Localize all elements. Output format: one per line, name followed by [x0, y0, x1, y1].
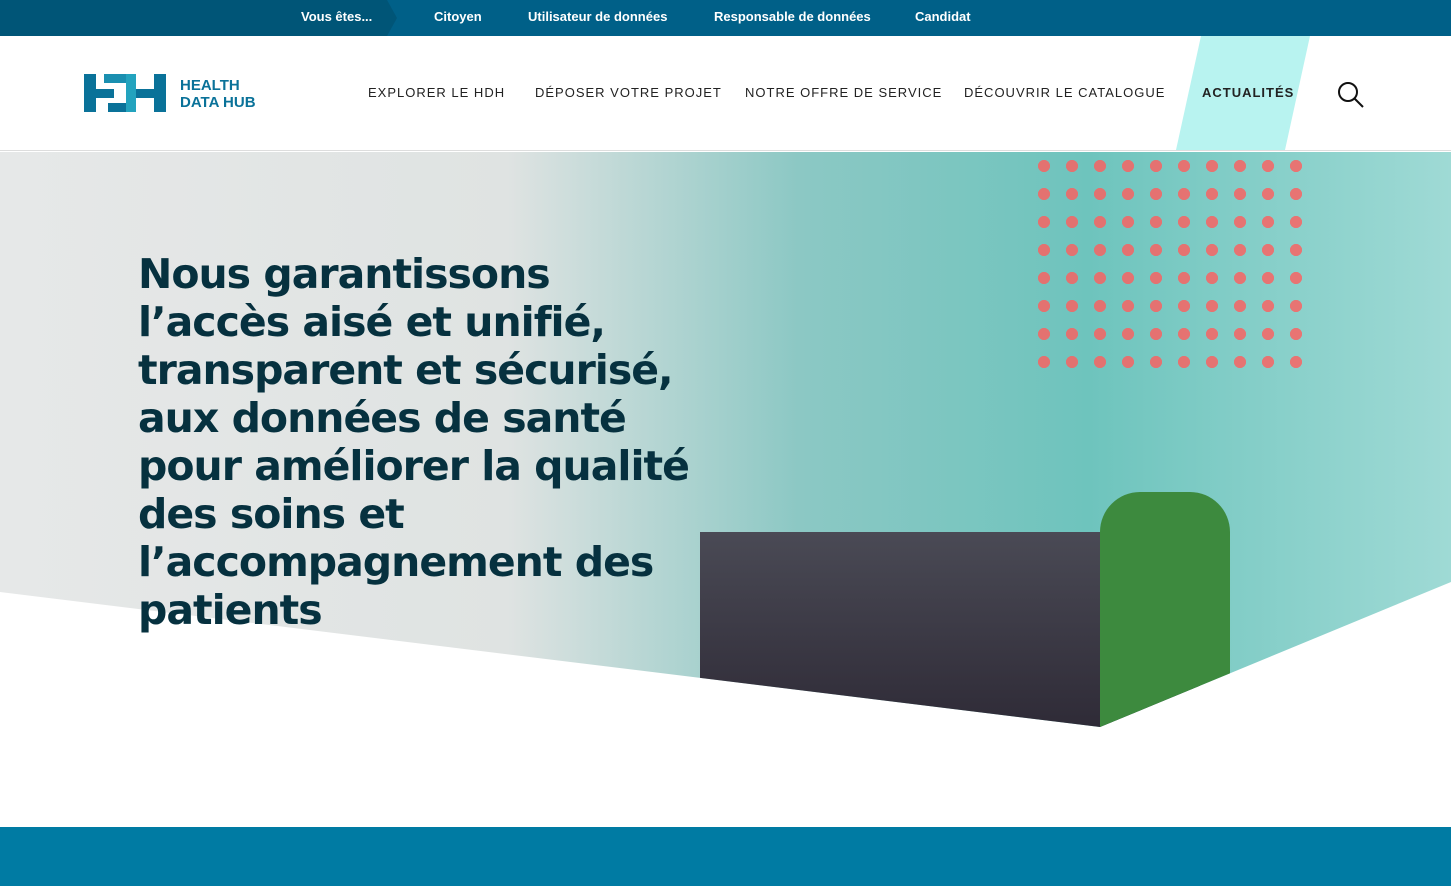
audience-citoyen[interactable]: Citoyen	[434, 9, 482, 24]
nav-explorer[interactable]: EXPLORER LE HDH	[368, 85, 505, 100]
audience-responsable[interactable]: Responsable de données	[714, 9, 871, 24]
nav-actualites[interactable]: ACTUALITÉS	[1202, 85, 1294, 100]
logo-line1: HEALTH	[180, 77, 240, 94]
nav-deposer[interactable]: DÉPOSER VOTRE PROJET	[535, 85, 722, 100]
search-icon[interactable]	[1337, 81, 1365, 109]
logo-line2: DATA HUB	[180, 94, 256, 111]
hero-image-presenter	[1100, 492, 1230, 727]
section-band	[0, 827, 1451, 886]
hdh-logo-icon[interactable]	[84, 74, 166, 112]
audience-utilisateur[interactable]: Utilisateur de données	[528, 9, 667, 24]
audience-candidat[interactable]: Candidat	[915, 9, 971, 24]
nav-catalogue[interactable]: DÉCOUVRIR LE CATALOGUE	[964, 85, 1165, 100]
logo-text[interactable]: HEALTH DATA HUB	[180, 77, 256, 111]
audience-bar: Vous êtes... Citoyen Utilisateur de donn…	[0, 0, 1451, 36]
main-header: HEALTH DATA HUB EXPLORER LE HDH DÉPOSER V…	[0, 36, 1451, 151]
nav-offre[interactable]: NOTRE OFFRE DE SERVICE	[745, 85, 942, 100]
hero-title: Nous garantissons l’accès aisé et unifié…	[138, 250, 690, 634]
audience-label: Vous êtes...	[301, 9, 373, 24]
hero-image-cells	[1030, 152, 1310, 372]
